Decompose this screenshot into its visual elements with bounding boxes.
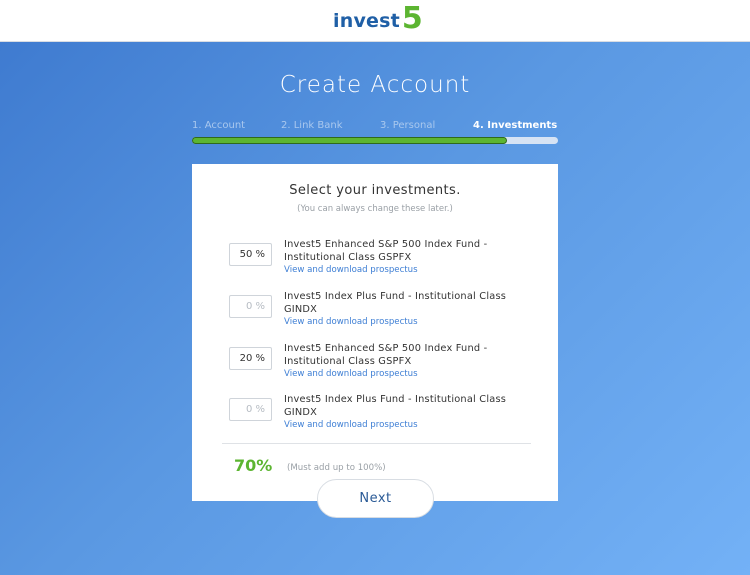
progress-bar-fill xyxy=(192,137,507,144)
prospectus-link[interactable]: View and download prospectus xyxy=(284,369,418,379)
step-indicator: 1. Account 2. Link Bank 3. Personal 4. I… xyxy=(192,120,558,134)
step-link-bank: 2. Link Bank xyxy=(281,120,343,131)
fund-row: 20 % Invest5 Enhanced S&P 500 Index Fund… xyxy=(229,342,529,388)
investments-card: Select your investments. (You can always… xyxy=(192,164,558,501)
top-header: invest 5 xyxy=(0,0,750,42)
prospectus-link[interactable]: View and download prospectus xyxy=(284,420,418,430)
fund-row: 0 % Invest5 Index Plus Fund - Institutio… xyxy=(229,393,529,439)
fund-name: Invest5 Index Plus Fund - Institutional … xyxy=(284,291,507,315)
card-subheading: (You can always change these later.) xyxy=(297,204,453,214)
next-button[interactable]: Next xyxy=(317,479,434,518)
fund-name: Invest5 Enhanced S&P 500 Index Fund - In… xyxy=(284,343,488,367)
fund-row: 0 % Invest5 Index Plus Fund - Institutio… xyxy=(229,290,529,336)
logo-wordmark: invest xyxy=(333,10,400,32)
allocation-input[interactable]: 0 % xyxy=(229,398,272,421)
card-heading: Select your investments. xyxy=(289,183,461,198)
step-investments: 4. Investments xyxy=(473,120,558,131)
prospectus-link[interactable]: View and download prospectus xyxy=(284,265,418,275)
step-personal: 3. Personal xyxy=(380,120,436,131)
allocation-total: 70% xyxy=(234,456,273,475)
allocation-total-note: (Must add up to 100%) xyxy=(287,463,386,473)
step-account: 1. Account xyxy=(192,120,246,131)
progress-bar xyxy=(192,137,558,144)
allocation-input[interactable]: 50 % xyxy=(229,243,272,266)
allocation-input[interactable]: 0 % xyxy=(229,295,272,318)
invest5-logo[interactable]: invest 5 xyxy=(333,4,423,34)
page-title: Create Account xyxy=(279,72,471,98)
allocation-input[interactable]: 20 % xyxy=(229,347,272,370)
fund-name: Invest5 Enhanced S&P 500 Index Fund - In… xyxy=(284,239,488,263)
divider xyxy=(222,443,531,444)
fund-row: 50 % Invest5 Enhanced S&P 500 Index Fund… xyxy=(229,238,529,284)
logo-number: 5 xyxy=(401,1,423,36)
prospectus-link[interactable]: View and download prospectus xyxy=(284,317,418,327)
fund-name: Invest5 Index Plus Fund - Institutional … xyxy=(284,394,507,418)
